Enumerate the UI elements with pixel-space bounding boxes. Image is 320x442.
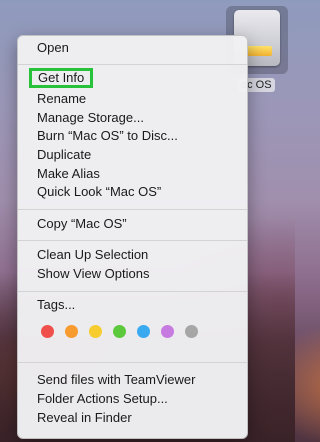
menu-separator (18, 209, 247, 210)
tag-orange-dot[interactable] (65, 325, 78, 338)
tag-blue-dot[interactable] (137, 325, 150, 338)
menu-item-quick-look[interactable]: Quick Look “Mac OS” (37, 183, 161, 201)
tag-gray-dot[interactable] (185, 325, 198, 338)
menu-separator (18, 291, 247, 292)
tag-yellow-dot[interactable] (89, 325, 102, 338)
tag-green-dot[interactable] (113, 325, 126, 338)
menu-item-rename[interactable]: Rename (37, 90, 86, 108)
menu-item-open[interactable]: Open (37, 39, 69, 57)
menu-item-reveal-in-finder[interactable]: Reveal in Finder (37, 409, 132, 427)
menu-item-folder-actions-setup[interactable]: Folder Actions Setup... (37, 390, 168, 408)
menu-separator (18, 240, 247, 241)
menu-item-burn-to-disc[interactable]: Burn “Mac OS” to Disc... (37, 127, 178, 145)
menu-item-get-info[interactable]: Get Info (29, 68, 94, 88)
context-menu: Open Get Info Rename Manage Storage... B… (17, 35, 248, 439)
menu-item-tags[interactable]: Tags... (37, 296, 75, 314)
tag-purple-dot[interactable] (161, 325, 174, 338)
tag-red-dot[interactable] (41, 325, 54, 338)
menu-item-duplicate[interactable]: Duplicate (37, 146, 91, 164)
menu-item-clean-up-selection[interactable]: Clean Up Selection (37, 246, 148, 264)
menu-item-copy[interactable]: Copy “Mac OS” (37, 215, 127, 233)
menu-separator (18, 362, 247, 363)
menu-item-show-view-options[interactable]: Show View Options (37, 265, 150, 283)
menu-item-send-teamviewer[interactable]: Send files with TeamViewer (37, 371, 196, 389)
menu-separator (18, 64, 247, 65)
menu-item-make-alias[interactable]: Make Alias (37, 165, 100, 183)
menu-item-manage-storage[interactable]: Manage Storage... (37, 109, 144, 127)
